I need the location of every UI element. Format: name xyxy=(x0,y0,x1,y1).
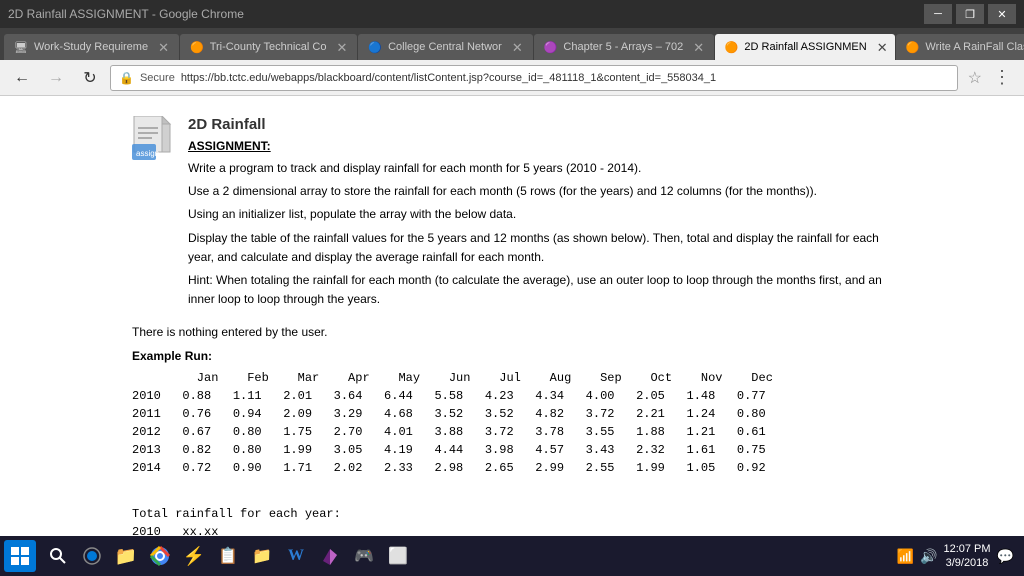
tab-favicon: 🟣 xyxy=(544,41,558,54)
time-display: 12:07 PM xyxy=(943,542,990,556)
restore-button[interactable]: ❐ xyxy=(956,4,984,24)
instruction-1: Write a program to track and display rai… xyxy=(188,159,892,178)
taskbar-vs-icon[interactable] xyxy=(314,540,346,572)
nav-bar: ← → ↻ 🔒 Secure https://bb.tctc.edu/webap… xyxy=(0,60,1024,96)
tab-label: Tri-County Technical Co xyxy=(210,41,327,53)
tab-college-central[interactable]: 🔵 College Central Networ ✕ xyxy=(358,34,532,60)
tab-write-rainfall[interactable]: 🟠 Write A RainFall Class In ✕ xyxy=(896,34,1024,60)
assignment-title: 2D Rainfall xyxy=(188,116,892,133)
tab-favicon: 🔵 xyxy=(368,41,382,54)
tab-favicon: 🟠 xyxy=(906,41,920,54)
taskbar-chrome-icon[interactable] xyxy=(144,540,176,572)
address-text: https://bb.tctc.edu/webapps/blackboard/c… xyxy=(181,72,949,84)
taskbar-notification-icon[interactable]: 💬 xyxy=(997,548,1014,565)
tab-favicon: 🟠 xyxy=(190,41,204,54)
tab-label: 2D Rainfall ASSIGNMEN xyxy=(744,41,866,53)
taskbar-time: 12:07 PM 3/9/2018 xyxy=(943,542,990,571)
window-controls: ─ ❐ ✕ xyxy=(924,4,1016,24)
taskbar: 📁 ⚡ 📋 📁 W xyxy=(0,536,1024,576)
instructions-block: Write a program to track and display rai… xyxy=(188,159,892,309)
taskbar-search-icon[interactable] xyxy=(42,540,74,572)
tabs-bar: 🖥 Work-Study Requireme ✕ 🟠 Tri-County Te… xyxy=(0,28,1024,60)
no-input-text: There is nothing entered by the user. xyxy=(132,325,892,339)
settings-button[interactable]: ⋮ xyxy=(988,65,1016,91)
instruction-5: Hint: When totaling the rainfall for eac… xyxy=(188,271,892,309)
minimize-button[interactable]: ─ xyxy=(924,4,952,24)
tab-label: Chapter 5 - Arrays – 702 xyxy=(563,41,683,53)
taskbar-icon-other[interactable]: 🎮 xyxy=(348,540,380,572)
total-rainfall: Total rainfall for each year: 2010 xx.xx… xyxy=(132,505,892,536)
taskbar-right: 📶 🔊 12:07 PM 3/9/2018 💬 xyxy=(897,542,1020,571)
title-bar: 2D Rainfall ASSIGNMENT - Google Chrome ─… xyxy=(0,0,1024,28)
secure-lock-icon: 🔒 xyxy=(119,71,134,85)
taskbar-filezilla-icon[interactable]: ⚡ xyxy=(178,540,210,572)
taskbar-notepad-icon[interactable]: 📋 xyxy=(212,540,244,572)
example-run-label: Example Run: xyxy=(132,349,892,363)
tab-close-btn[interactable]: ✕ xyxy=(336,41,347,54)
tab-close-btn[interactable]: ✕ xyxy=(877,41,888,54)
taskbar-cortana-icon[interactable] xyxy=(76,540,108,572)
taskbar-volume-icon: 🔊 xyxy=(920,548,937,565)
secure-label: Secure xyxy=(140,72,175,84)
browser-window: 2D Rainfall ASSIGNMENT - Google Chrome ─… xyxy=(0,0,1024,536)
tab-close-btn[interactable]: ✕ xyxy=(158,41,169,54)
address-bar[interactable]: 🔒 Secure https://bb.tctc.edu/webapps/bla… xyxy=(110,65,958,91)
close-button[interactable]: ✕ xyxy=(988,4,1016,24)
assignment-text-block: 2D Rainfall ASSIGNMENT: Write a program … xyxy=(188,116,892,313)
taskbar-explorer-icon[interactable]: 📁 xyxy=(246,540,278,572)
refresh-button[interactable]: ↻ xyxy=(76,65,104,91)
taskbar-icons: 📁 ⚡ 📋 📁 W xyxy=(42,540,414,572)
tab-label: Write A RainFall Class In xyxy=(925,41,1024,53)
tab-favicon: 🖥 xyxy=(14,41,28,54)
forward-button[interactable]: → xyxy=(42,65,70,91)
taskbar-file-explorer-icon[interactable]: 📁 xyxy=(110,540,142,572)
tab-close-btn[interactable]: ✕ xyxy=(512,41,523,54)
tab-favicon: 🟠 xyxy=(725,41,739,54)
back-button[interactable]: ← xyxy=(8,65,36,91)
tab-label: College Central Networ xyxy=(388,41,502,53)
tab-label: Work-Study Requireme xyxy=(34,41,148,53)
taskbar-icon-other2[interactable]: ⬜ xyxy=(382,540,414,572)
taskbar-network-icon: 📶 xyxy=(897,548,914,565)
content-area[interactable]: assign 2D Rainfall ASSIGNMENT: Write a p… xyxy=(0,96,1024,536)
assignment-label: ASSIGNMENT: xyxy=(188,139,892,153)
document-icon: assign xyxy=(132,116,172,161)
bookmark-button[interactable]: ☆ xyxy=(968,68,982,88)
assignment-header: assign 2D Rainfall ASSIGNMENT: Write a p… xyxy=(132,116,892,313)
svg-text:assign: assign xyxy=(136,149,159,158)
taskbar-word-icon[interactable]: W xyxy=(280,540,312,572)
tab-tri-county[interactable]: 🟠 Tri-County Technical Co ✕ xyxy=(180,34,357,60)
instruction-3: Using an initializer list, populate the … xyxy=(188,205,892,224)
start-button[interactable] xyxy=(4,540,36,572)
tab-2drainfall[interactable]: 🟠 2D Rainfall ASSIGNMEN ✕ xyxy=(715,34,895,60)
browser-title-text: 2D Rainfall ASSIGNMENT - Google Chrome xyxy=(8,7,244,21)
date-display: 3/9/2018 xyxy=(943,556,990,570)
instruction-4: Display the table of the rainfall values… xyxy=(188,229,892,267)
page-content: assign 2D Rainfall ASSIGNMENT: Write a p… xyxy=(92,96,932,536)
tab-work-study[interactable]: 🖥 Work-Study Requireme ✕ xyxy=(4,34,179,60)
rainfall-table: Jan Feb Mar Apr May Jun Jul Aug Sep Oct … xyxy=(132,369,892,495)
instruction-2: Use a 2 dimensional array to store the r… xyxy=(188,182,892,201)
tab-close-btn[interactable]: ✕ xyxy=(693,41,704,54)
tab-chapter5[interactable]: 🟣 Chapter 5 - Arrays – 702 ✕ xyxy=(534,34,714,60)
